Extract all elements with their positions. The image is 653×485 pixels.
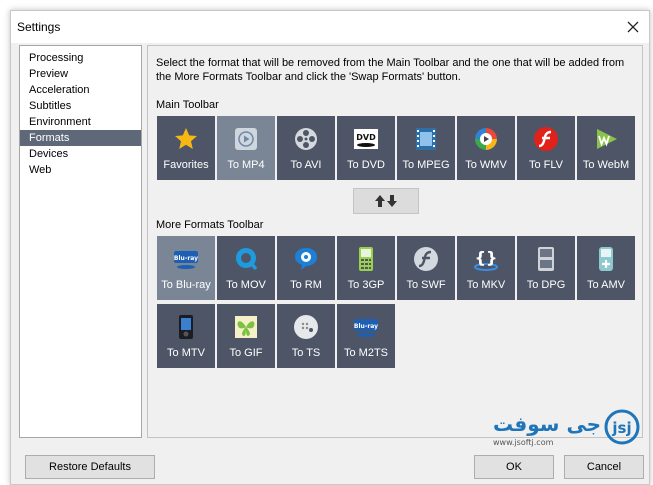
ok-button[interactable]: OK [474, 455, 554, 479]
format-tile-mkv[interactable]: {} To MKV [457, 236, 515, 300]
format-tile-wmv[interactable]: To WMV [457, 116, 515, 180]
tile-label: To RM [290, 279, 322, 291]
phone-icon [359, 247, 373, 271]
watermark-logo: جی سوفت www.jsoftj.com jsj [491, 403, 651, 453]
format-tile-3gp[interactable]: To 3GP [337, 236, 395, 300]
sidebar-item-subtitles[interactable]: Subtitles [20, 98, 141, 114]
mp4-icon [235, 128, 257, 150]
settings-sidebar: Processing Preview Acceleration Subtitle… [19, 45, 142, 438]
webm-icon [597, 129, 617, 149]
star-icon [175, 128, 197, 149]
ts-icon [294, 315, 318, 339]
tile-label: To AMV [587, 279, 625, 291]
format-tile-m2ts[interactable]: Blu-ray To M2TS [337, 304, 395, 368]
flash-icon [534, 127, 558, 151]
sidebar-item-formats[interactable]: Formats [20, 130, 141, 146]
svg-text:jsj: jsj [611, 419, 631, 437]
format-tile-amv[interactable]: To AMV [577, 236, 635, 300]
formats-description: Select the format that will be removed f… [156, 57, 625, 83]
quicktime-icon [236, 248, 258, 271]
wmv-icon [475, 128, 497, 150]
tile-label: To MTV [167, 347, 205, 359]
settings-window: Settings Processing Preview Acceleration… [10, 10, 650, 485]
format-tile-avi[interactable]: To AVI [277, 116, 335, 180]
sidebar-item-web[interactable]: Web [20, 162, 141, 178]
film-reel-icon [295, 128, 317, 150]
title-bar: Settings [11, 11, 649, 43]
more-formats-toolbar-label: More Formats Toolbar [156, 219, 264, 231]
restore-defaults-button[interactable]: Restore Defaults [25, 455, 155, 479]
format-tile-webm[interactable]: To WebM [577, 116, 635, 180]
svg-text:Blu-ray: Blu-ray [174, 255, 198, 262]
nintendo-ds-icon [538, 247, 554, 271]
tile-label: To MOV [226, 279, 266, 291]
sidebar-item-preview[interactable]: Preview [20, 66, 141, 82]
tile-label: To WebM [582, 159, 630, 171]
bluray-icon: Blu-ray [174, 251, 198, 269]
close-button[interactable] [617, 11, 649, 43]
format-tile-flv[interactable]: To FLV [517, 116, 575, 180]
tile-label: To FLV [528, 159, 564, 171]
mp3-player-icon [599, 247, 613, 271]
svg-text:www.jsoftj.com: www.jsoftj.com [493, 438, 554, 447]
tile-label: To GIF [229, 347, 263, 359]
tile-label: To DPG [526, 279, 566, 291]
close-icon [627, 21, 639, 33]
m2ts-icon: Blu-ray [354, 319, 378, 337]
format-tile-dvd[interactable]: DVD To DVD [337, 116, 395, 180]
window-title: Settings [17, 20, 61, 34]
main-toolbar-label: Main Toolbar [156, 99, 219, 111]
mtv-player-icon [179, 315, 193, 339]
format-tile-mp4[interactable]: To MP4 [217, 116, 275, 180]
tile-label: Favorites [163, 159, 209, 171]
format-tile-mtv[interactable]: To MTV [157, 304, 215, 368]
format-tile-rm[interactable]: To RM [277, 236, 335, 300]
sidebar-item-acceleration[interactable]: Acceleration [20, 82, 141, 98]
cancel-button[interactable]: Cancel [564, 455, 644, 479]
format-tile-favorites[interactable]: Favorites [157, 116, 215, 180]
format-tile-bluray[interactable]: Blu-ray To Blu-ray [157, 236, 215, 300]
svg-text:{}: {} [475, 248, 498, 267]
svg-text:جی سوفت: جی سوفت [493, 412, 601, 436]
dvd-icon: DVD [354, 129, 378, 149]
tile-label: To SWF [406, 279, 446, 291]
tile-label: To M2TS [343, 347, 388, 359]
mkv-icon: {} [474, 248, 498, 271]
tile-label: To DVD [347, 159, 385, 171]
tile-label: To MPEG [402, 159, 450, 171]
svg-text:Blu-ray: Blu-ray [354, 323, 378, 330]
tile-label: To 3GP [347, 279, 385, 291]
realmedia-icon [295, 248, 317, 270]
film-strip-icon [416, 128, 436, 150]
tile-label: To MP4 [227, 159, 265, 171]
sidebar-item-environment[interactable]: Environment [20, 114, 141, 130]
svg-text:DVD: DVD [356, 133, 376, 142]
swf-icon [414, 247, 438, 271]
tile-label: To AVI [290, 159, 322, 171]
sidebar-item-devices[interactable]: Devices [20, 146, 141, 162]
format-tile-dpg[interactable]: To DPG [517, 236, 575, 300]
tile-label: To Blu-ray [161, 279, 211, 291]
gif-icon [235, 316, 257, 338]
sidebar-item-processing[interactable]: Processing [20, 50, 141, 66]
format-tile-swf[interactable]: To SWF [397, 236, 455, 300]
tile-label: To WMV [465, 159, 507, 171]
format-tile-mov[interactable]: To MOV [217, 236, 275, 300]
swap-formats-button[interactable] [353, 188, 419, 214]
swap-arrows-icon [375, 195, 397, 207]
format-tile-mpeg[interactable]: To MPEG [397, 116, 455, 180]
tile-label: To TS [291, 347, 321, 359]
format-tile-ts[interactable]: To TS [277, 304, 335, 368]
tile-label: To MKV [466, 279, 506, 291]
formats-panel: Select the format that will be removed f… [147, 45, 643, 438]
format-tile-gif[interactable]: To GIF [217, 304, 275, 368]
